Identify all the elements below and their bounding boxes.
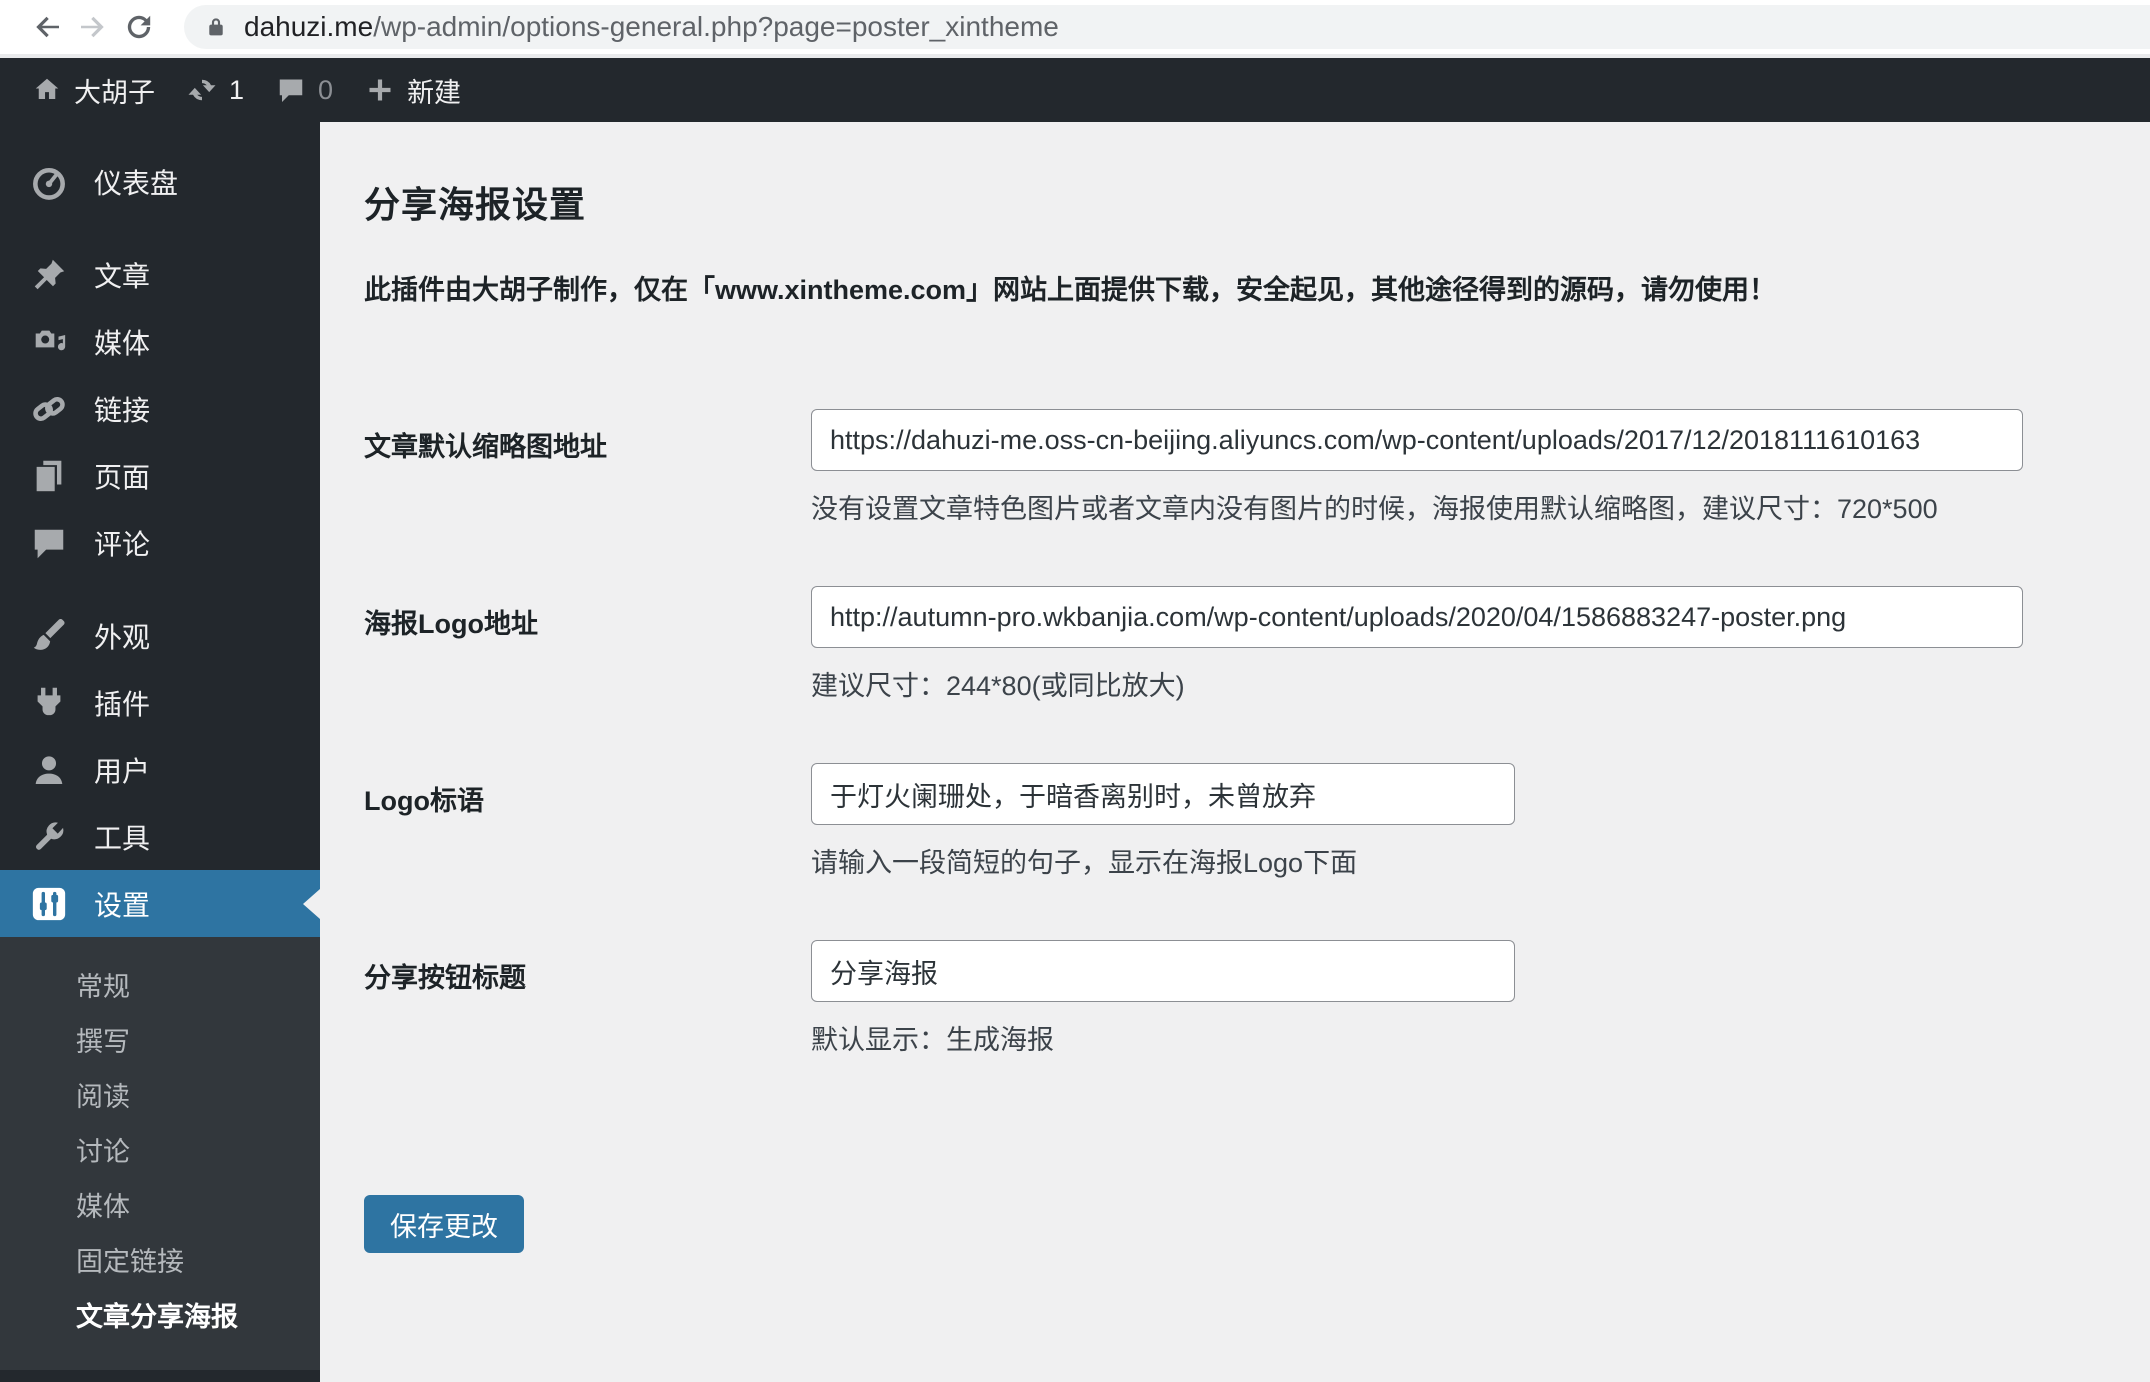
active-menu-arrow: [303, 888, 320, 919]
browser-toolbar: dahuzi.me/wp-admin/options-general.php?p…: [0, 0, 2150, 58]
comments-icon: [279, 79, 303, 102]
field-help: 建议尺寸：244*80(或同比放大): [811, 671, 1185, 701]
sidebar-item-label: 设置: [94, 889, 151, 921]
url-host: dahuzi.me: [244, 11, 374, 42]
wp-admin-bar: 大胡子 1 0 新建: [0, 58, 2150, 122]
sidebar-item-label: 仪表盘: [94, 167, 179, 199]
forward-icon: [81, 16, 104, 38]
url-path: /wp-admin/options-general.php?page=poste…: [373, 11, 1059, 42]
sidebar-item-posts[interactable]: 文章: [0, 241, 320, 308]
thumbnail-url-input[interactable]: [811, 409, 2023, 471]
logo-url-input[interactable]: [811, 586, 2023, 648]
settings-page: 分享海报设置 此插件由大胡子制作，仅在「www.xintheme.com」网站上…: [320, 122, 2150, 1382]
forward-button[interactable]: [70, 4, 116, 50]
field-help: 没有设置文章特色图片或者文章内没有图片的时候，海报使用默认缩略图，建议尺寸：72…: [811, 494, 1938, 524]
sidebar-item-label: 页面: [94, 461, 151, 493]
sidebar-item-label: 插件: [94, 688, 151, 720]
share-button-title-input[interactable]: [811, 940, 1515, 1002]
sidebar-item-users[interactable]: 用户: [0, 736, 320, 803]
submenu-item-reading[interactable]: 阅读: [0, 1067, 320, 1122]
sidebar-item-media[interactable]: 媒体: [0, 308, 320, 375]
sidebar-item-label: 评论: [94, 528, 151, 560]
tools-icon: [36, 821, 64, 850]
site-name: 大胡子: [74, 77, 155, 108]
field-label: 文章默认缩略图地址: [364, 432, 607, 462]
posts-pin-icon: [34, 259, 65, 289]
form-row-thumbnail-url: 文章默认缩略图地址 没有设置文章特色图片或者文章内没有图片的时候，海报使用默认缩…: [364, 409, 2110, 526]
comment-icon: [34, 529, 64, 558]
home-icon: [35, 78, 59, 99]
sidebar-item-plugins[interactable]: 插件: [0, 669, 320, 736]
submenu-item-permalinks[interactable]: 固定链接: [0, 1232, 320, 1287]
sidebar-item-pages[interactable]: 页面: [0, 442, 320, 509]
submenu-item-discussion[interactable]: 讨论: [0, 1122, 320, 1177]
sidebar-item-label: 链接: [94, 394, 151, 426]
sidebar-item-settings[interactable]: 设置: [0, 870, 320, 937]
field-label: 海报Logo地址: [364, 609, 538, 639]
back-icon: [36, 16, 59, 38]
users-icon: [35, 755, 63, 784]
plugins-icon: [37, 687, 61, 715]
reload-button[interactable]: [116, 4, 162, 50]
admin-sidebar: 仪表盘 文章 媒体 链接 页面 评论 外观 插件 用户 工具 设置 常规 撰写 …: [0, 122, 320, 1382]
updates-count: 1: [229, 74, 245, 105]
submenu-item-media[interactable]: 媒体: [0, 1177, 320, 1232]
sidebar-item-label: 文章: [94, 260, 151, 292]
address-bar[interactable]: dahuzi.me/wp-admin/options-general.php?p…: [184, 5, 2150, 49]
sidebar-item-tools[interactable]: 工具: [0, 803, 320, 870]
form-row-share-button-title: 分享按钮标题 默认显示：生成海报: [364, 940, 2110, 1057]
plus-icon: [369, 79, 391, 101]
sidebar-item-dashboard[interactable]: 仪表盘: [0, 148, 320, 215]
lock-icon: [209, 18, 223, 36]
field-label: 分享按钮标题: [364, 963, 526, 993]
sidebar-item-label: 用户: [94, 755, 151, 787]
dashboard-icon: [33, 167, 65, 200]
sidebar-item-links[interactable]: 链接: [0, 375, 320, 442]
plugin-notice: 此插件由大胡子制作，仅在「www.xintheme.com」网站上面提供下载，安…: [364, 275, 1777, 305]
pages-icon: [36, 460, 62, 491]
submenu-item-general[interactable]: 常规: [0, 957, 320, 1012]
poster-settings-form: 文章默认缩略图地址 没有设置文章特色图片或者文章内没有图片的时候，海报使用默认缩…: [364, 409, 2110, 1253]
sidebar-item-label: 外观: [94, 621, 151, 653]
form-row-logo-slogan: Logo标语 请输入一段简短的句子，显示在海报Logo下面: [364, 763, 2110, 880]
links-icon: [33, 396, 65, 421]
admin-bar-comments[interactable]: 0: [260, 58, 349, 122]
field-help: 默认显示：生成海报: [811, 1025, 1054, 1055]
sidebar-item-label: 工具: [94, 822, 151, 854]
sidebar-item-appearance[interactable]: 外观: [0, 602, 320, 669]
admin-bar-site-link[interactable]: 大胡子: [16, 58, 171, 122]
sidebar-item-label: 媒体: [94, 327, 151, 359]
reload-icon: [127, 15, 151, 39]
appearance-icon: [33, 618, 65, 650]
media-icon: [35, 330, 66, 350]
field-help: 请输入一段简短的句子，显示在海报Logo下面: [811, 848, 1358, 878]
settings-icon: [32, 887, 66, 920]
settings-submenu: 常规 撰写 阅读 讨论 媒体 固定链接 文章分享海报: [0, 937, 320, 1370]
field-label: Logo标语: [364, 786, 484, 816]
admin-bar-updates[interactable]: 1: [171, 58, 260, 122]
logo-slogan-input[interactable]: [811, 763, 1515, 825]
sidebar-item-comments[interactable]: 评论: [0, 509, 320, 576]
back-button[interactable]: [24, 4, 70, 50]
submenu-item-poster[interactable]: 文章分享海报: [0, 1287, 320, 1342]
update-icon: [188, 79, 216, 101]
admin-bar-new[interactable]: 新建: [349, 58, 477, 122]
new-label: 新建: [407, 77, 462, 108]
page-title: 分享海报设置: [364, 184, 587, 225]
save-button[interactable]: 保存更改: [364, 1195, 524, 1253]
comments-count: 0: [318, 74, 334, 105]
form-row-logo-url: 海报Logo地址 建议尺寸：244*80(或同比放大): [364, 586, 2110, 703]
submenu-item-writing[interactable]: 撰写: [0, 1012, 320, 1067]
